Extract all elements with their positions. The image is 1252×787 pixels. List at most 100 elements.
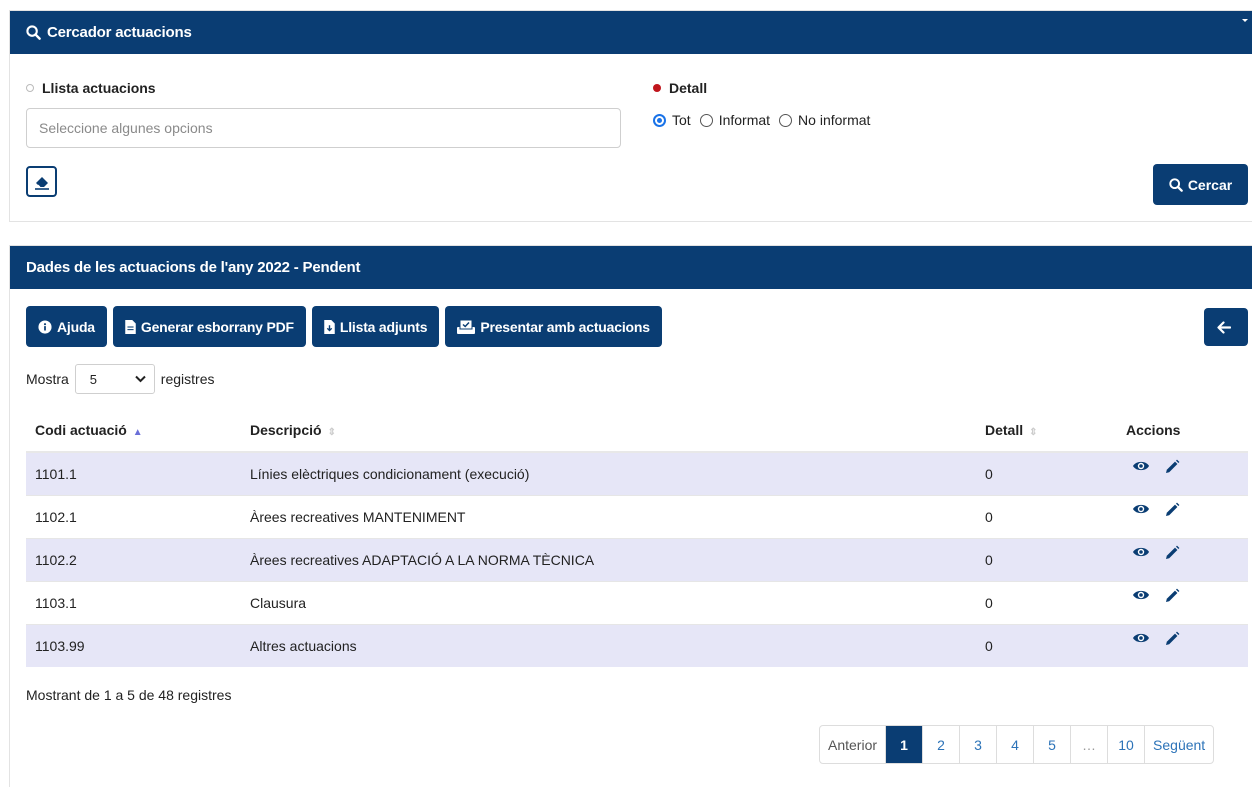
pagination-page[interactable]: 2 [922, 726, 959, 763]
edit-icon[interactable] [1164, 459, 1180, 478]
pagination-page[interactable]: 3 [959, 726, 996, 763]
attachments-button[interactable]: Llista adjunts [311, 306, 440, 347]
help-button[interactable]: Ajuda [26, 306, 107, 347]
collapse-caret-icon[interactable] [1242, 19, 1248, 22]
table-header-row: Codi actuació ▲ Descripció ⇕ Detall ⇕ Accio… [26, 409, 1248, 453]
cell-detail: 0 [976, 537, 1117, 581]
search-icon [1169, 177, 1183, 192]
page-length-value: 5 [89, 371, 98, 387]
present-button[interactable]: Presentar amb actuacions [445, 306, 662, 347]
cell-actions [1117, 623, 1248, 667]
cell-actions [1117, 494, 1248, 538]
edit-icon[interactable] [1164, 631, 1180, 650]
info-icon [38, 319, 52, 334]
arrow-left-icon [1216, 320, 1231, 334]
cell-detail: 0 [976, 623, 1117, 667]
sort-icon: ⇕ [327, 427, 336, 438]
cell-detail: 0 [976, 580, 1117, 624]
cell-actions [1117, 580, 1248, 624]
column-header-actions: Accions [1117, 409, 1248, 453]
cell-code: 1101.1 [26, 451, 241, 495]
cell-description: Línies elèctriques condicionament (execu… [241, 451, 976, 495]
list-actuacions-input[interactable] [26, 108, 621, 148]
sort-icon: ⇕ [1029, 427, 1038, 438]
clear-filters-button[interactable] [26, 166, 57, 197]
column-header-code[interactable]: Codi actuació ▲ [26, 409, 241, 453]
length-prefix: Mostra [26, 371, 69, 387]
detail-radio-group: Tot Informat No informat [653, 112, 879, 128]
page-length-control: Mostra 5 registres [26, 364, 214, 394]
detail-label: Detall [653, 80, 707, 96]
view-icon[interactable] [1132, 545, 1150, 564]
table-row[interactable]: 1102.2 Àrees recreatives ADAPTACIÓ A LA N… [26, 537, 1248, 581]
column-header-detail[interactable]: Detall ⇕ [976, 409, 1117, 453]
pagination-page[interactable]: 5 [1033, 726, 1070, 763]
edit-icon[interactable] [1164, 502, 1180, 521]
list-actuacions-label: Llista actuacions [26, 80, 156, 96]
inbox-check-icon [457, 319, 476, 334]
back-button[interactable] [1204, 308, 1248, 346]
data-panel-header: Dades de les actuacions de l'any 2022 - … [10, 246, 1252, 289]
table-row[interactable]: 1102.1 Àrees recreatives MANTENIMENT 0 [26, 494, 1248, 538]
pagination-page[interactable]: 1 [885, 726, 923, 763]
radio-informat[interactable] [699, 113, 713, 127]
search-panel: Cercador actuacions Llista actuacions De… [9, 10, 1252, 222]
cell-description: Clausura [241, 580, 976, 624]
view-icon[interactable] [1132, 502, 1150, 521]
search-button[interactable]: Cercar [1153, 164, 1248, 205]
actuacions-table: Codi actuació ▲ Descripció ⇕ Detall ⇕ Accio… [26, 409, 1248, 667]
pagination-previous[interactable]: Anterior [820, 726, 885, 763]
sort-asc-icon: ▲ [132, 427, 143, 438]
table-row[interactable]: 1103.99 Altres actuacions 0 [26, 623, 1248, 667]
view-icon[interactable] [1132, 459, 1150, 478]
file-download-icon [324, 319, 335, 334]
search-panel-title: Cercador actuacions [47, 24, 192, 41]
pagination-next[interactable]: Següent [1144, 726, 1213, 763]
pagination: Anterior 1 2 3 4 5… 10 Següent [819, 725, 1215, 764]
view-icon[interactable] [1132, 588, 1150, 607]
chevron-down-icon [135, 375, 146, 383]
table-row[interactable]: 1103.1 Clausura 0 [26, 580, 1248, 624]
radio-tot[interactable] [653, 113, 666, 127]
generate-pdf-button[interactable]: Generar esborrany PDF [112, 306, 306, 347]
data-panel-title: Dades de les actuacions de l'any 2022 - … [26, 259, 361, 276]
cell-description: Àrees recreatives MANTENIMENT [241, 494, 976, 538]
search-icon [26, 25, 41, 40]
required-dot-icon [653, 84, 661, 92]
table-row[interactable]: 1101.1 Línies elèctriques condicionament … [26, 451, 1248, 495]
search-panel-header[interactable]: Cercador actuacions [10, 11, 1252, 54]
radio-tot-label[interactable]: Tot [672, 112, 691, 128]
table-body: 1101.1 Línies elèctriques condicionament … [26, 451, 1248, 667]
action-toolbar: Ajuda Generar esborrany PDF Llista adjun… [26, 306, 662, 347]
present-label: Presentar amb actuacions [480, 318, 650, 335]
page-length-select[interactable]: 5 [74, 364, 155, 394]
radio-no-informat[interactable] [779, 113, 793, 127]
cell-description: Àrees recreatives ADAPTACIÓ A LA NORMA T… [241, 537, 976, 581]
cell-code: 1102.1 [26, 494, 241, 538]
view-icon[interactable] [1132, 631, 1150, 650]
pagination-ellipsis: … [1070, 726, 1107, 763]
help-button-label: Ajuda [57, 318, 95, 335]
pagination-page[interactable]: 10 [1107, 726, 1144, 763]
detail-label-text: Detall [669, 80, 708, 96]
cell-code: 1103.99 [26, 623, 241, 667]
optional-dot-icon [26, 84, 34, 92]
cell-actions [1117, 537, 1248, 581]
search-button-label: Cercar [1187, 176, 1233, 193]
generate-pdf-label: Generar esborrany PDF [140, 318, 294, 335]
radio-informat-label[interactable]: Informat [719, 112, 770, 128]
eraser-icon [34, 176, 49, 190]
file-icon [125, 319, 136, 334]
cell-actions [1117, 451, 1248, 495]
cell-detail: 0 [976, 451, 1117, 495]
data-panel: Dades de les actuacions de l'any 2022 - … [9, 245, 1252, 787]
radio-no-informat-label[interactable]: No informat [798, 112, 870, 128]
pagination-page[interactable]: 4 [996, 726, 1033, 763]
cell-code: 1103.1 [26, 580, 241, 624]
length-suffix: registres [160, 371, 215, 387]
edit-icon[interactable] [1164, 588, 1180, 607]
cell-description: Altres actuacions [241, 623, 976, 667]
cell-code: 1102.2 [26, 537, 241, 581]
column-header-description[interactable]: Descripció ⇕ [241, 409, 976, 453]
edit-icon[interactable] [1164, 545, 1180, 564]
